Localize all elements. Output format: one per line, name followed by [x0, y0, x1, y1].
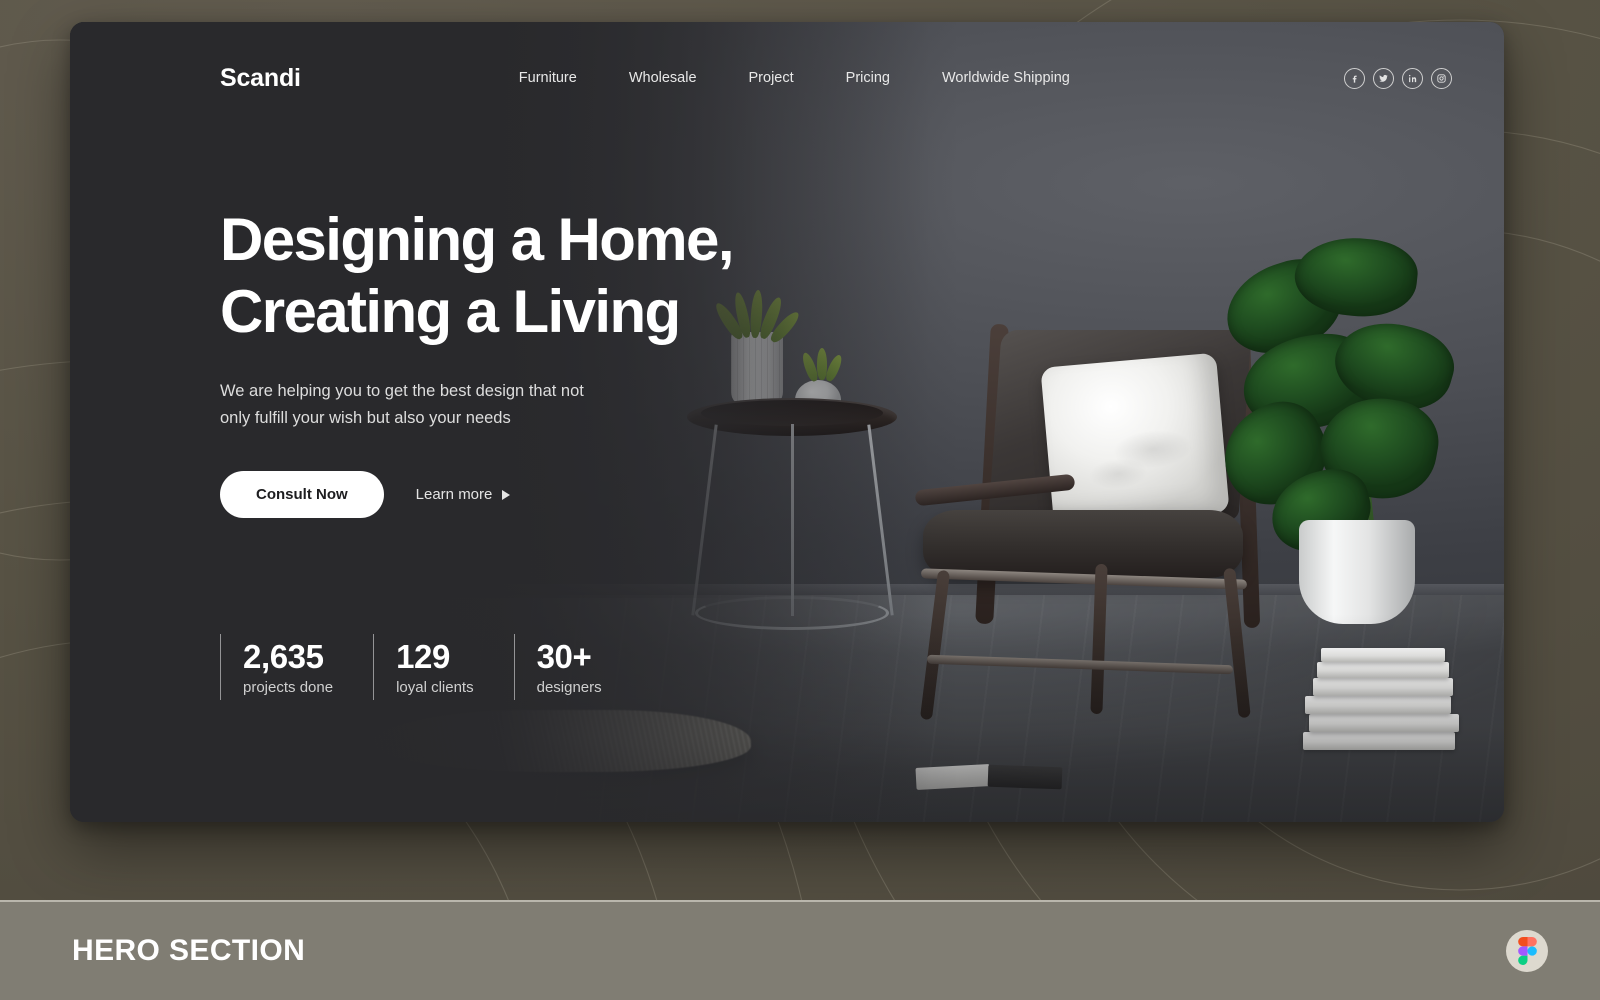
nav-link-furniture[interactable]: Furniture	[519, 70, 577, 86]
cta-row: Consult Now Learn more	[220, 471, 860, 519]
section-label-bar: HERO SECTION	[0, 900, 1600, 1000]
play-triangle-icon	[502, 489, 511, 500]
nav-link-project[interactable]: Project	[749, 70, 794, 86]
stat-designers: 30+ designers	[513, 634, 642, 700]
hero-subheadline: We are helping you to get the best desig…	[220, 382, 584, 427]
top-navigation: Scandi Furniture Wholesale Project Prici…	[70, 22, 1504, 134]
nav-link-worldwide-shipping[interactable]: Worldwide Shipping	[942, 70, 1070, 86]
section-title: HERO SECTION	[72, 934, 306, 967]
social-links	[1344, 67, 1452, 89]
twitter-icon[interactable]	[1373, 67, 1394, 89]
facebook-icon[interactable]	[1344, 67, 1365, 89]
brand-logo[interactable]: Scandi	[220, 64, 301, 93]
nav-links: Furniture Wholesale Project Pricing Worl…	[519, 70, 1070, 86]
headline-line-1: Designing a Home,	[220, 206, 734, 273]
hero-card: Scandi Furniture Wholesale Project Prici…	[70, 22, 1504, 822]
linkedin-icon[interactable]	[1402, 67, 1423, 89]
learn-more-label: Learn more	[415, 486, 493, 504]
headline-line-2: Creating a Living	[220, 278, 681, 345]
stat-label: designers	[536, 678, 602, 696]
stat-projects-done: 2,635 projects done	[220, 634, 373, 700]
page-title: Designing a Home, Creating a Living	[220, 204, 860, 348]
nav-link-wholesale[interactable]: Wholesale	[629, 70, 697, 86]
stat-value: 129	[396, 638, 450, 675]
consult-now-button[interactable]: Consult Now	[220, 471, 384, 519]
stat-value: 2,635	[243, 638, 324, 675]
stat-label: projects done	[243, 678, 334, 696]
stats-row: 2,635 projects done 129 loyal clients 30…	[220, 634, 642, 700]
nav-link-pricing[interactable]: Pricing	[846, 70, 890, 86]
hero-copy: Designing a Home, Creating a Living We a…	[220, 204, 860, 519]
stat-loyal-clients: 129 loyal clients	[373, 634, 514, 700]
learn-more-link[interactable]: Learn more	[416, 486, 511, 503]
stat-label: loyal clients	[396, 678, 474, 696]
figma-logo-icon[interactable]	[1506, 930, 1548, 972]
instagram-icon[interactable]	[1431, 67, 1452, 89]
stat-value: 30+	[536, 638, 592, 675]
